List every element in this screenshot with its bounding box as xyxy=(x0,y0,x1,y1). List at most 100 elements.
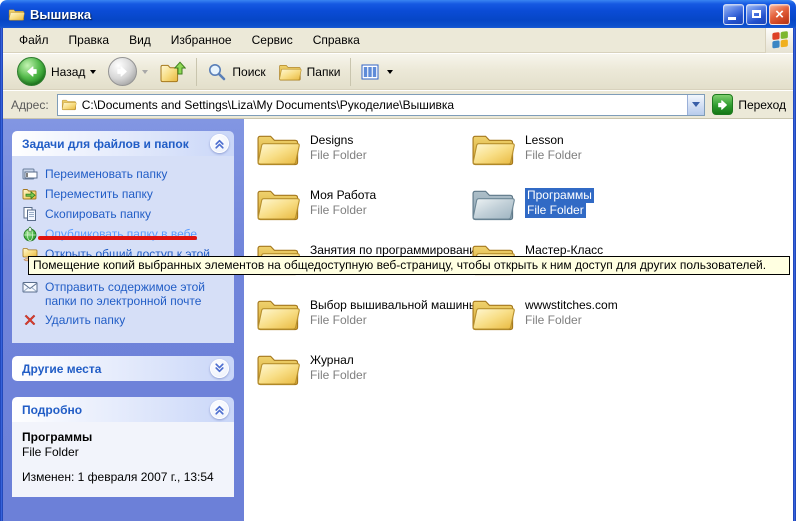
annotation-red-underline xyxy=(38,236,197,240)
folder-icon xyxy=(470,130,516,168)
chevron-down-icon xyxy=(212,361,227,376)
folder-type: File Folder xyxy=(310,313,367,328)
email-icon xyxy=(22,279,38,295)
publish-icon xyxy=(22,226,38,242)
details-item-modified: Изменен: 1 февраля 2007 г., 13:54 xyxy=(22,470,224,485)
folder-icon xyxy=(255,130,301,168)
up-folder-icon xyxy=(160,61,186,83)
menu-favorites[interactable]: Избранное xyxy=(161,30,242,50)
task-rename-folder[interactable]: Переименовать папку xyxy=(22,167,230,182)
folder-type: File Folder xyxy=(310,203,367,218)
folder-name: Программы xyxy=(525,188,594,203)
tasks-panel-header[interactable]: Задачи для файлов и папок xyxy=(12,131,234,156)
address-path[interactable]: C:\Documents and Settings\Liza\My Docume… xyxy=(82,98,688,112)
folder-icon-selected xyxy=(470,185,516,223)
search-button[interactable]: Поиск xyxy=(201,56,271,88)
folder-type: File Folder xyxy=(525,148,582,163)
folders-button[interactable]: Папки xyxy=(272,56,347,88)
tooltip: Помещение копий выбранных элементов на о… xyxy=(28,256,790,275)
address-input[interactable]: C:\Documents and Settings\Liza\My Docume… xyxy=(57,94,706,116)
tasks-panel-title: Задачи для файлов и папок xyxy=(22,137,189,151)
go-label: Переход xyxy=(738,98,786,112)
go-button[interactable]: Переход xyxy=(712,94,788,115)
task-email-folder[interactable]: Отправить содержимое этой папки по элект… xyxy=(22,280,230,308)
file-list: DesignsFile Folder LessonFile Folder Моя… xyxy=(244,119,793,521)
task-delete-folder[interactable]: Удалить папку xyxy=(22,313,230,328)
folder-tile-programmy[interactable]: ПрограммыFile Folder xyxy=(470,185,770,240)
folder-tile-zhurnal[interactable]: ЖурналFile Folder xyxy=(255,350,470,405)
task-label: Отправить содержимое этой папки по элект… xyxy=(45,280,217,308)
menu-bar: Файл Правка Вид Избранное Сервис Справка xyxy=(3,28,793,53)
chevron-down-icon xyxy=(692,102,700,107)
close-icon: × xyxy=(775,7,784,22)
minimize-icon xyxy=(728,17,736,20)
address-folder-icon xyxy=(61,98,77,111)
search-label: Поиск xyxy=(232,65,265,79)
views-icon xyxy=(361,64,379,80)
details-panel-title: Подробно xyxy=(22,403,82,417)
details-panel: Подробно Программы File Folder Изменен: … xyxy=(12,397,234,497)
task-move-folder[interactable]: Переместить папку xyxy=(22,187,230,202)
maximize-icon xyxy=(752,10,761,18)
window-title: Вышивка xyxy=(30,7,91,22)
menu-tools[interactable]: Сервис xyxy=(242,30,303,50)
back-dropdown-icon[interactable] xyxy=(90,70,96,74)
toolbar: Назад Поиск Папки xyxy=(3,54,793,90)
forward-dropdown-icon[interactable] xyxy=(142,70,148,74)
collapse-button[interactable] xyxy=(210,134,229,153)
copy-icon xyxy=(22,206,38,222)
folder-name: Lesson xyxy=(525,133,564,148)
forward-button[interactable] xyxy=(102,56,154,88)
task-label: Переименовать папку xyxy=(45,167,217,181)
window-controls: × xyxy=(723,4,790,25)
menu-help[interactable]: Справка xyxy=(303,30,370,50)
maximize-button[interactable] xyxy=(746,4,767,25)
expand-button[interactable] xyxy=(210,359,229,378)
window-border-left xyxy=(0,26,3,521)
chevron-up-icon xyxy=(212,136,227,151)
folder-type: File Folder xyxy=(310,368,367,383)
other-places-header[interactable]: Другие места xyxy=(12,356,234,381)
minimize-button[interactable] xyxy=(723,4,744,25)
chevron-up-icon xyxy=(212,402,227,417)
folder-type: File Folder xyxy=(525,203,586,218)
folders-icon xyxy=(278,62,302,82)
folder-tile-moya-rabota[interactable]: Моя РаботаFile Folder xyxy=(255,185,470,240)
other-places-panel: Другие места xyxy=(12,356,234,381)
menu-view[interactable]: Вид xyxy=(119,30,161,50)
task-copy-folder[interactable]: Скопировать папку xyxy=(22,207,230,222)
search-icon xyxy=(207,62,227,82)
address-bar: Адрес: C:\Documents and Settings\Liza\My… xyxy=(3,91,793,119)
menu-edit[interactable]: Правка xyxy=(59,30,120,50)
details-item-name: Программы xyxy=(22,430,224,445)
folder-icon xyxy=(8,7,25,22)
folder-tile-wwwstitches[interactable]: wwwstitches.comFile Folder xyxy=(470,295,770,350)
folder-name: Designs xyxy=(310,133,353,148)
address-label: Адрес: xyxy=(11,98,49,112)
views-button[interactable] xyxy=(355,56,399,88)
toolbar-separator xyxy=(196,58,197,86)
task-label: Удалить папку xyxy=(45,313,217,327)
go-arrow-icon xyxy=(712,94,733,115)
views-dropdown-icon[interactable] xyxy=(387,70,393,74)
titlebar[interactable]: Вышивка × xyxy=(0,0,796,28)
close-button[interactable]: × xyxy=(769,4,790,25)
folders-label: Папки xyxy=(307,65,341,79)
folder-tile-designs[interactable]: DesignsFile Folder xyxy=(255,130,470,185)
details-item-type: File Folder xyxy=(22,445,224,460)
explorer-window: Вышивка × Файл Правка Вид Избранное Серв… xyxy=(0,0,796,521)
task-pane: Задачи для файлов и папок Переименовать … xyxy=(3,119,244,521)
other-places-title: Другие места xyxy=(22,362,101,376)
collapse-button[interactable] xyxy=(210,400,229,419)
back-button[interactable]: Назад xyxy=(11,56,102,88)
folder-icon xyxy=(255,295,301,333)
folder-tile-vybor-mashiny[interactable]: Выбор вышивальной машиныFile Folder xyxy=(255,295,470,350)
address-dropdown-button[interactable] xyxy=(687,95,704,115)
details-panel-header[interactable]: Подробно xyxy=(12,397,234,422)
up-button[interactable] xyxy=(154,56,192,88)
toolbar-separator xyxy=(350,58,351,86)
folder-tile-lesson[interactable]: LessonFile Folder xyxy=(470,130,770,185)
back-label: Назад xyxy=(51,65,85,79)
menu-file[interactable]: Файл xyxy=(9,30,59,50)
content-area: Задачи для файлов и папок Переименовать … xyxy=(3,119,793,521)
